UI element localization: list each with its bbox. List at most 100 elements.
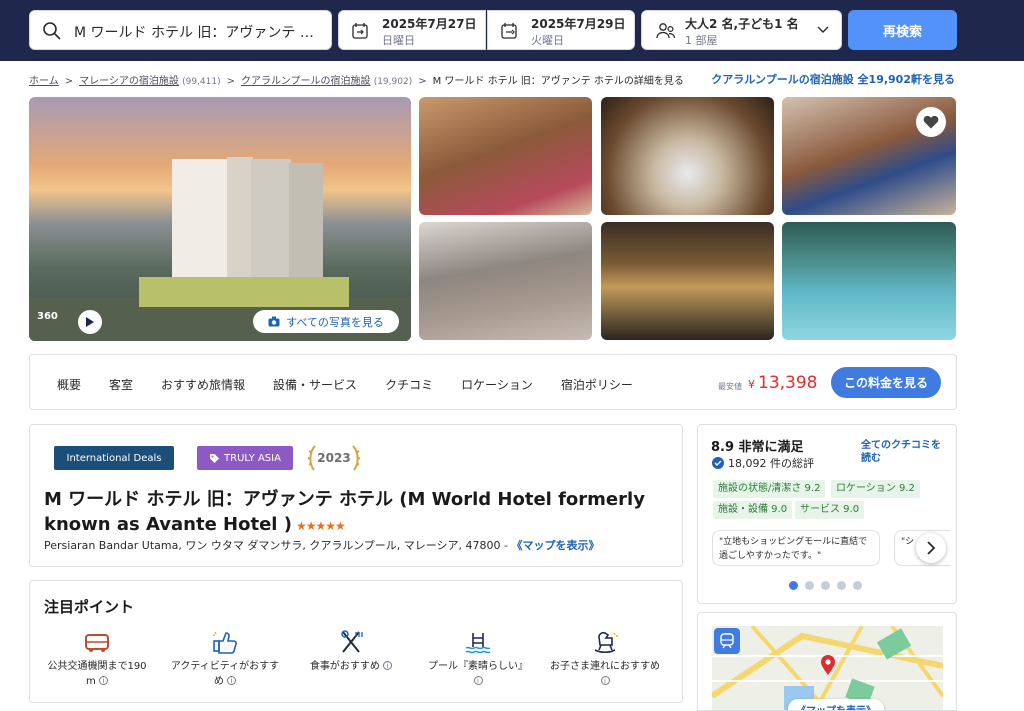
highlight-transit-label: 公共交通機関まで190 m [47, 661, 147, 687]
review-summary-card: 8.9 非常に満足 全てのクチコミを読む 18,092 件の総評 施設の状態/清… [697, 424, 957, 604]
info-icon[interactable]: i [600, 676, 610, 685]
tab-facilities[interactable]: 設備・サービス [273, 376, 357, 393]
next-review-button[interactable] [916, 533, 946, 563]
tab-overview[interactable]: 概要 [57, 376, 81, 393]
research-button[interactable]: 再検索 [848, 10, 957, 50]
hotel-address: Persiaran Bandar Utama, ワン ウタマ ダマンサラ, クア… [44, 537, 600, 553]
breadcrumb-home[interactable]: ホーム [29, 76, 59, 87]
star-rating: ★★★★★ [295, 519, 346, 533]
highlight-dining-label: 食事がおすすめ [309, 661, 380, 672]
location-pin-icon [821, 655, 835, 675]
lounge-photo[interactable] [419, 222, 592, 340]
camera-icon [268, 316, 280, 327]
breadcrumb-separator: > [226, 76, 235, 87]
pool-icon [465, 633, 491, 654]
truly-asia-badge: TRULY ASIA [197, 446, 293, 470]
map-preview[interactable]: 《マップを表示》 [712, 626, 943, 710]
highlight-pool: プール『素晴らしい』 i [423, 629, 533, 689]
pool-photo[interactable] [782, 222, 956, 340]
review-count: 18,092 件の総評 [712, 455, 814, 471]
carousel-dot[interactable] [821, 581, 830, 590]
guests-selector[interactable]: 大人2 名,子ども1 名 1 部屋 [641, 10, 842, 50]
info-icon[interactable]: i [227, 676, 237, 685]
carousel-dot[interactable] [789, 581, 798, 590]
tab-travel-info[interactable]: おすすめ旅情報 [161, 376, 245, 393]
map-card: 《マップを表示》 [697, 612, 957, 711]
highlights-card: 注目ポイント 公共交通機関まで190 m i アクティビティがおすすめ i 食事… [29, 580, 683, 703]
all-photos-button[interactable]: すべての写真を見る [253, 310, 399, 333]
restaurant-photo[interactable] [601, 222, 774, 340]
highlight-transit: 公共交通機関まで190 m i [42, 629, 152, 689]
award-year: 2023 [317, 451, 351, 465]
highlight-family-label: お子さま連れにおすすめ [550, 661, 660, 672]
info-icon[interactable]: i [383, 661, 393, 670]
all-kl-properties-link[interactable]: クアラルンプールの宿泊施設 全19,902軒を見る [711, 71, 955, 87]
chevron-right-icon [927, 541, 936, 555]
breadcrumb-malaysia-count: (99,411) [182, 77, 221, 87]
checkout-date: 2025年7月29日 [531, 17, 626, 31]
chevron-down-icon [817, 26, 829, 33]
calendar-out-icon [501, 23, 517, 39]
tab-location[interactable]: ロケーション [461, 376, 533, 393]
tab-policies[interactable]: 宿泊ポリシー [561, 376, 633, 393]
show-map-button[interactable]: 《マップを表示》 [788, 699, 884, 710]
price-value: ¥13,398 [748, 373, 817, 393]
carousel-dots [789, 581, 862, 590]
play-video-button[interactable] [78, 310, 102, 334]
lobby-photo[interactable] [601, 97, 774, 215]
checkout-date-field[interactable]: 2025年7月29日 火曜日 [487, 10, 635, 50]
breadcrumb-malaysia[interactable]: マレーシアの宿泊施設 [79, 76, 179, 87]
all-reviews-link[interactable]: 全てのクチコミを読む [861, 439, 945, 465]
review-quote-card[interactable]: "立地もショッピングモールに直結で過ごしやすかったです。" [712, 530, 880, 566]
heart-icon [923, 115, 939, 129]
show-map-link[interactable]: 《マップを表示》 [512, 539, 600, 552]
tab-reviews[interactable]: クチコミ [385, 376, 433, 393]
highlight-dining: 食事がおすすめ i [296, 629, 406, 674]
currency-symbol: ¥ [748, 378, 755, 391]
view-360-badge[interactable]: 360 [37, 311, 58, 322]
address-text: Persiaran Bandar Utama, ワン ウタマ ダマンサラ, クア… [44, 539, 512, 552]
rocking-horse-icon [594, 631, 618, 654]
favorite-button[interactable] [916, 107, 946, 137]
calendar-in-icon [352, 23, 368, 39]
room-photo[interactable] [419, 97, 592, 215]
info-icon[interactable]: i [98, 676, 108, 685]
bus-icon [85, 634, 109, 652]
carousel-dot[interactable] [853, 581, 862, 590]
lowest-price-label: 最安値 [718, 382, 742, 391]
all-photos-label: すべての写真を見る [286, 315, 384, 329]
breadcrumb-kl-count: (19,902) [373, 77, 413, 87]
search-query-text: M ワールド ホテル 旧：アヴァンテ ホ... [74, 25, 324, 41]
thumbs-up-icon [212, 631, 237, 654]
train-icon [714, 628, 740, 654]
main-hotel-photo[interactable] [29, 97, 411, 341]
review-score: 8.9 非常に満足 [711, 440, 804, 455]
view-price-button[interactable]: この料金を見る [831, 367, 941, 398]
rooms-summary: 1 部屋 [685, 34, 718, 47]
score-tag-cleanliness: 施設の状態/清潔さ 9.2 [713, 480, 826, 498]
info-icon[interactable]: i [473, 676, 483, 685]
checkin-date: 2025年7月27日 [382, 17, 477, 31]
breadcrumb: ホーム > マレーシアの宿泊施設 (99,411) > クアラルンプールの宿泊施設 (1… [29, 72, 684, 87]
breadcrumb-kl[interactable]: クアラルンプールの宿泊施設 [241, 76, 371, 87]
checkin-day: 日曜日 [382, 34, 415, 47]
verified-check-icon [712, 457, 724, 469]
review-count-text: 18,092 件の総評 [728, 457, 814, 470]
photo-podium [139, 277, 349, 307]
top-search-bar: M ワールド ホテル 旧：アヴァンテ ホ... 2025年7月27日 日曜日 2… [0, 0, 1024, 61]
carousel-dot[interactable] [837, 581, 846, 590]
breadcrumb-separator: > [418, 76, 427, 87]
highlight-activities: アクティビティがおすすめ i [170, 629, 280, 689]
play-icon [86, 317, 94, 327]
tab-rooms[interactable]: 客室 [109, 376, 133, 393]
breadcrumb-separator: > [64, 76, 74, 87]
carousel-dot[interactable] [805, 581, 814, 590]
search-icon [43, 22, 61, 40]
people-icon [656, 23, 676, 39]
search-input[interactable]: M ワールド ホテル 旧：アヴァンテ ホ... [29, 10, 332, 50]
highlight-family: お子さま連れにおすすめ i [550, 629, 660, 689]
checkin-date-field[interactable]: 2025年7月27日 日曜日 [338, 10, 486, 50]
price-amount: 13,398 [758, 373, 818, 393]
award-badge: 2023 [306, 443, 362, 473]
highlight-activities-label: アクティビティがおすすめ [170, 661, 280, 687]
